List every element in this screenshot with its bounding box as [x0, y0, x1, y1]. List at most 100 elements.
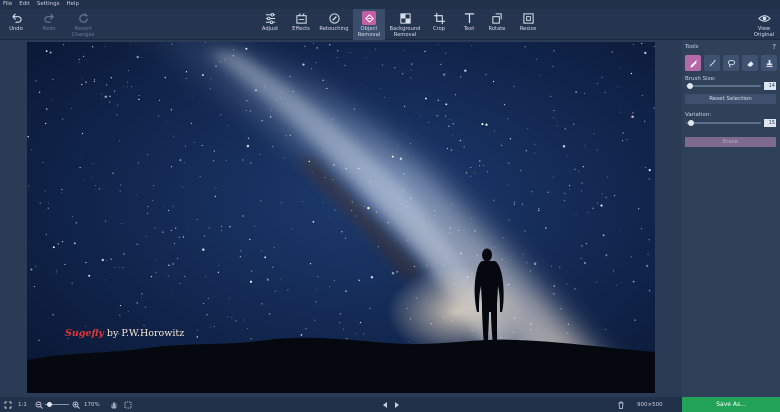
- object-removal-button[interactable]: Object Removal: [353, 9, 385, 40]
- star: [500, 336, 502, 339]
- star: [648, 178, 650, 180]
- night-sky-photo[interactable]: Sugefly by P.W.Horowitz: [27, 42, 655, 393]
- zoom-slider[interactable]: [45, 402, 69, 407]
- star: [349, 52, 351, 54]
- help-icon[interactable]: ?: [772, 43, 776, 51]
- star: [409, 143, 411, 144]
- canvas-workspace[interactable]: Sugefly by P.W.Horowitz: [0, 40, 682, 397]
- retouching-button[interactable]: Retouching: [317, 9, 351, 40]
- star: [167, 275, 169, 277]
- next-image-button[interactable]: [393, 397, 401, 412]
- star: [231, 316, 233, 318]
- star: [604, 329, 606, 331]
- resize-button[interactable]: Resize: [516, 9, 540, 40]
- menu-help[interactable]: Help: [66, 0, 79, 9]
- star: [457, 230, 459, 231]
- star: [508, 162, 510, 164]
- text-button[interactable]: Text: [458, 9, 480, 40]
- star: [552, 65, 554, 67]
- adjust-button[interactable]: Adjust: [258, 9, 282, 40]
- fit-screen-button[interactable]: [4, 397, 12, 412]
- star: [312, 43, 314, 44]
- reset-selection-button[interactable]: Reset Selection: [685, 94, 776, 104]
- star: [501, 144, 503, 146]
- star: [632, 112, 634, 114]
- stamp-icon: [765, 59, 773, 67]
- star: [358, 279, 360, 281]
- variation-knob[interactable]: [688, 120, 695, 126]
- star: [649, 290, 651, 292]
- rotate-button[interactable]: Rotate: [486, 9, 508, 40]
- eraser-icon: [746, 60, 754, 67]
- menu-file[interactable]: File: [3, 0, 12, 9]
- star: [203, 303, 205, 305]
- status-bar: 1:1 170% 900×500: [0, 397, 780, 412]
- star: [595, 281, 597, 283]
- star: [170, 290, 172, 292]
- star: [493, 130, 495, 132]
- star: [440, 63, 442, 65]
- zoom-slider-knob[interactable]: [47, 402, 52, 407]
- star: [479, 165, 480, 167]
- star: [611, 51, 613, 53]
- star: [309, 263, 312, 265]
- star: [178, 236, 180, 239]
- revert-changes-button[interactable]: Revert Changes: [70, 9, 96, 40]
- magic-wand-tool[interactable]: [704, 55, 720, 71]
- star: [112, 172, 114, 174]
- brush-size-value[interactable]: 14: [764, 82, 776, 90]
- star: [214, 326, 216, 328]
- star: [156, 259, 158, 261]
- zoom-in-button[interactable]: [72, 397, 80, 412]
- redo-button[interactable]: Redo: [38, 9, 60, 40]
- tool-selector: [685, 55, 777, 71]
- zoom-out-button[interactable]: [35, 397, 43, 412]
- effects-button[interactable]: Effects: [289, 9, 313, 40]
- star: [448, 119, 450, 120]
- star: [382, 64, 383, 66]
- star: [164, 206, 166, 208]
- star: [61, 240, 64, 243]
- star: [92, 163, 94, 164]
- menu-edit[interactable]: Edit: [19, 0, 30, 9]
- crop-button[interactable]: Crop: [428, 9, 450, 40]
- star: [564, 128, 566, 130]
- star: [91, 177, 93, 179]
- star: [232, 55, 235, 57]
- background-removal-icon: [398, 11, 412, 25]
- previous-image-button[interactable]: [381, 397, 389, 412]
- star: [315, 301, 317, 303]
- menu-settings[interactable]: Settings: [37, 0, 60, 9]
- text-label: Text: [463, 26, 475, 32]
- star: [451, 204, 453, 206]
- delete-button[interactable]: [617, 397, 625, 412]
- hand-tool-button[interactable]: [110, 397, 118, 412]
- lasso-tool[interactable]: [723, 55, 739, 71]
- star: [470, 45, 472, 47]
- save-as-button[interactable]: Save As...: [682, 397, 780, 412]
- brush-size-slider[interactable]: [686, 83, 761, 89]
- star: [568, 188, 570, 190]
- revert-label-line2: Changes: [71, 31, 95, 38]
- view-original-button[interactable]: View Original: [752, 9, 776, 40]
- star: [300, 334, 303, 336]
- background-removal-button[interactable]: Background Removal: [387, 9, 423, 40]
- zoom-actual-size[interactable]: 1:1: [18, 397, 27, 412]
- object-removal-label-line2: Removal: [357, 31, 381, 38]
- variation-slider[interactable]: [686, 120, 761, 126]
- star: [220, 114, 222, 116]
- select-area-button[interactable]: [124, 397, 132, 412]
- star: [104, 95, 108, 98]
- star: [45, 122, 47, 125]
- brush-size-knob[interactable]: [686, 83, 693, 89]
- star: [406, 308, 408, 310]
- erase-button[interactable]: Erase: [685, 137, 776, 147]
- undo-button[interactable]: Undo: [5, 9, 27, 40]
- star: [78, 62, 80, 63]
- variation-value[interactable]: 15: [764, 119, 776, 127]
- eraser-tool[interactable]: [742, 55, 758, 71]
- star: [553, 293, 555, 295]
- stamp-tool[interactable]: [761, 55, 777, 71]
- star: [513, 331, 515, 333]
- brush-tool[interactable]: [685, 55, 701, 71]
